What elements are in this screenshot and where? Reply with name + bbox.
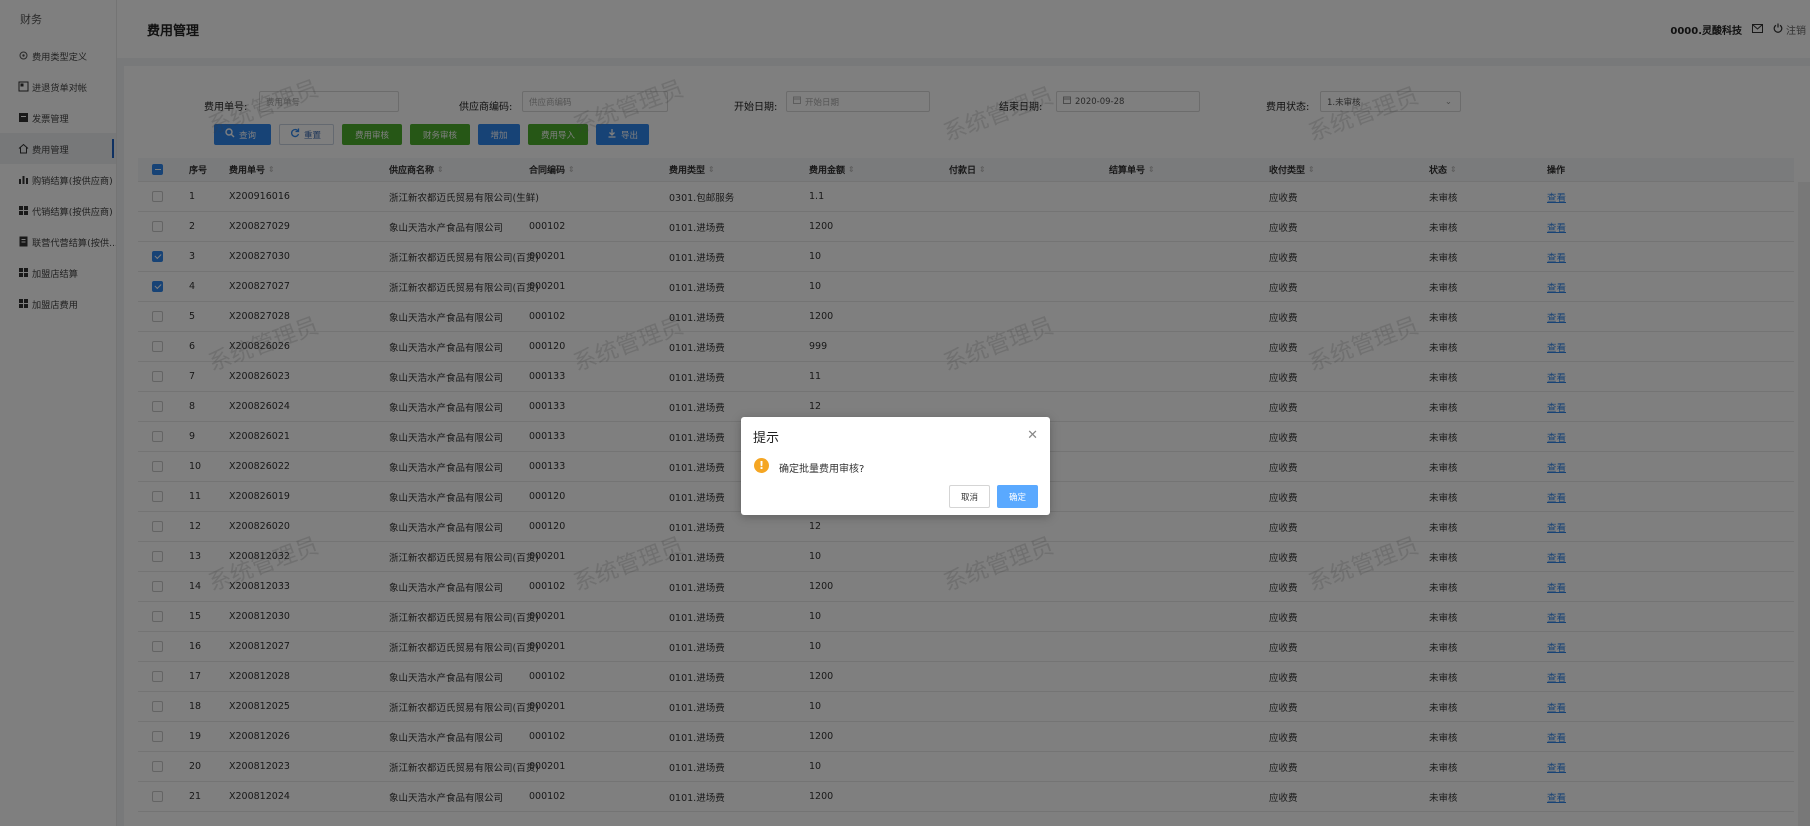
warning-icon: ! [754,458,769,473]
dialog-message: 确定批量费用审核? [779,464,865,475]
app-root: 财务 费用类型定义进退货单对帐发票管理费用管理购销结算(按供应商)代销结算(按供… [0,0,1810,826]
modal-mask[interactable] [0,0,1810,826]
close-icon[interactable]: ✕ [1027,428,1038,443]
dialog-title: 提示 [753,431,780,446]
cancel-button[interactable]: 取消 [949,485,990,508]
confirm-button[interactable]: 确定 [997,485,1038,508]
confirm-dialog: 提示 ✕ ! 确定批量费用审核? 取消 确定 [741,417,1050,515]
